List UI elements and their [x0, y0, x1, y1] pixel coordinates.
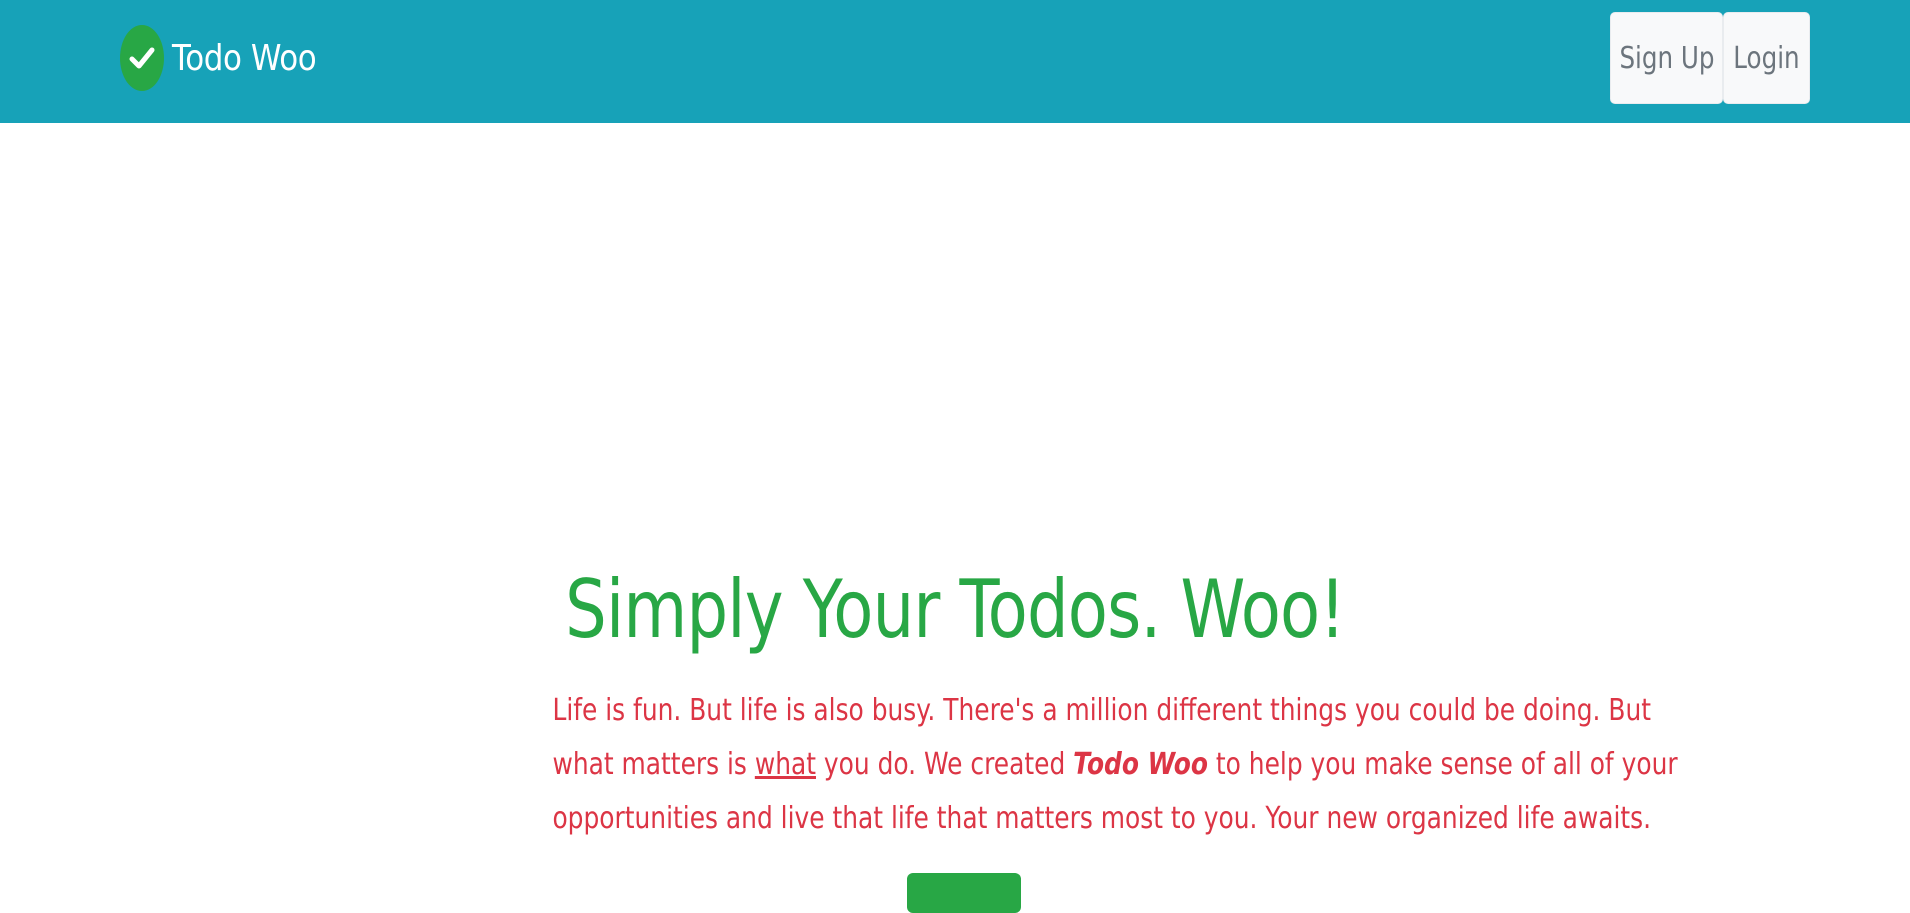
- login-button-label: Login: [1733, 40, 1800, 76]
- hero-lead: Life is fun. But life is also busy. Ther…: [470, 684, 1677, 846]
- brand-text: Todo Woo: [172, 37, 317, 79]
- hero-lead-line-2-end: to help you make sense of all of your: [1207, 747, 1678, 782]
- signup-button[interactable]: Sign Up: [1610, 12, 1723, 104]
- hero-lead-line-3: opportunities and live that life that ma…: [552, 801, 1652, 836]
- hero-lead-line-2-start: what matters is: [552, 747, 755, 782]
- brand-link[interactable]: Todo Woo: [120, 24, 340, 92]
- check-circle-icon: [120, 25, 164, 91]
- hero-lead-brand: Todo Woo: [1073, 747, 1208, 782]
- hero-lead-line-2: what matters is what you do. We created …: [552, 738, 1677, 792]
- hero-section: Simply Your Todos. Woo! Life is fun. But…: [0, 560, 1910, 836]
- hero-lead-emphasis: what: [754, 747, 817, 782]
- signup-button-label: Sign Up: [1618, 40, 1715, 76]
- hero-lead-line-2-middle: you do. We created: [816, 747, 1074, 782]
- hero-lead-line-1: Life is fun. But life is also busy. Ther…: [552, 693, 1652, 728]
- navbar: Todo Woo Sign Up Login: [0, 0, 1910, 123]
- login-button[interactable]: Login: [1723, 12, 1810, 104]
- start-button[interactable]: [907, 873, 1021, 913]
- hero-title: Simply Your Todos. Woo!: [565, 563, 1345, 656]
